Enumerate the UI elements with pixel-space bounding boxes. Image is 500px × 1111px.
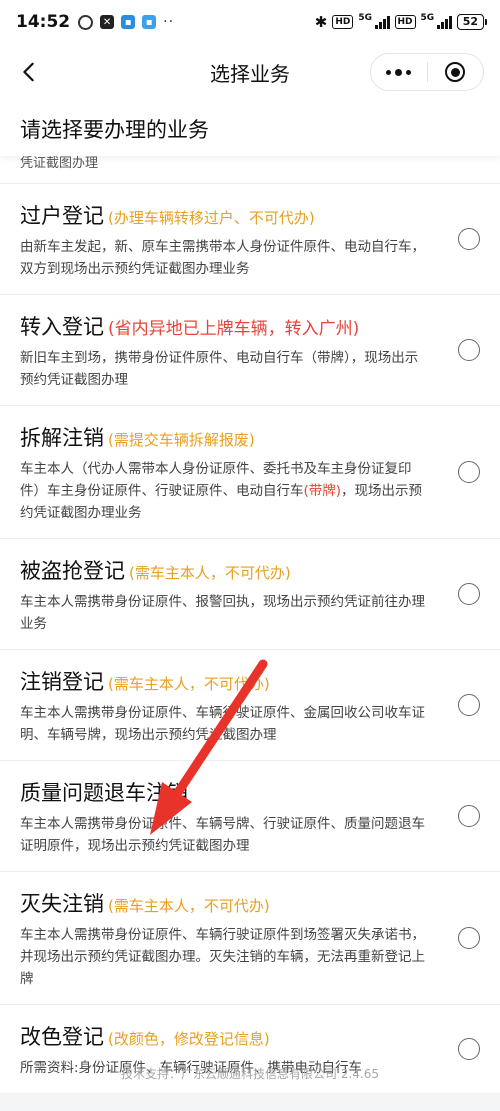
item-note: (省内异地已上牌车辆，转入广州) — [108, 319, 360, 339]
signal-icon — [375, 15, 390, 29]
status-left-icons: ✕ ▪ ▪ ·· — [78, 14, 174, 30]
item-description-highlight: (带牌) — [303, 483, 342, 499]
item-description: 凭证截图办理 — [20, 156, 99, 171]
back-button[interactable] — [14, 56, 44, 88]
status-right-icons: ✱ HD 5G HD 5G 52 — [314, 13, 488, 31]
app-notification-icon: ▪ — [121, 15, 136, 29]
item-title: 灭失注销 — [20, 892, 104, 916]
item-description: 车主本人需携带身份证原件、车辆行驶证原件到场签署灭失承诺书，并现场出示预约凭证截… — [20, 927, 425, 987]
item-description: 车主本人（代办人需带本人身份证原件、委托书及车主身份证复印件）车主身份证原件、行… — [20, 458, 430, 524]
item-note: (需车主本人，不可代办) — [129, 564, 291, 582]
page-title: 选择业务 — [210, 61, 290, 86]
item-title: 注销登记 — [20, 670, 104, 694]
app-notification-icon: ✕ — [100, 15, 115, 29]
service-item-quality-return[interactable]: 质量问题退车注销 车主本人需携带身份证原件、车辆号牌、行驶证原件、质量问题退车证… — [0, 761, 500, 872]
service-item-dismantle-cancel[interactable]: 拆解注销 (需提交车辆拆解报废) 车主本人（代办人需带本人身份证原件、委托书及车… — [0, 406, 500, 539]
service-item-cancel[interactable]: 注销登记 (需车主本人，不可代办) 车主本人需携带身份证原件、车辆行驶证原件、金… — [0, 650, 500, 761]
more-notifications-icon: ·· — [163, 14, 175, 30]
item-title: 质量问题退车注销 — [20, 781, 188, 805]
service-item-transfer-in[interactable]: 转入登记 (省内异地已上牌车辆，转入广州) 新旧车主到场，携带身份证件原件、电动… — [0, 295, 500, 406]
item-note: (需车主本人，不可代办) — [108, 897, 270, 915]
target-icon — [445, 62, 466, 82]
section-heading: 请选择要办理的业务 — [0, 100, 500, 156]
list-item-partial[interactable]: 凭证截图办理 — [0, 156, 500, 184]
back-arrow-icon — [23, 62, 34, 82]
more-dots-icon — [386, 69, 392, 75]
item-title: 转入登记 — [20, 315, 104, 339]
service-item-transfer[interactable]: 过户登记 (办理车辆转移过户、不可代办) 由新车主发起，新、原车主需携带本人身份… — [0, 184, 500, 295]
hd-badge: HD — [332, 15, 354, 29]
hd-badge: HD — [394, 15, 416, 29]
item-title: 过户登记 — [20, 204, 104, 228]
footer-text: 技术支持：广东云顺通科技信息有限公司 2.4.65 — [121, 1066, 379, 1081]
radio-button[interactable] — [458, 694, 480, 716]
radio-button[interactable] — [458, 461, 480, 483]
app-notification-icon: ▪ — [142, 15, 157, 29]
item-description: 车主本人需携带身份证原件、车辆号牌、行驶证原件、质量问题退车证明原件，现场出示预… — [20, 816, 425, 854]
status-time: 14:52 — [16, 12, 71, 32]
network-type: 5G — [358, 13, 373, 23]
close-mini-program-button[interactable] — [428, 54, 484, 90]
more-button[interactable] — [371, 54, 427, 90]
radio-button[interactable] — [458, 927, 480, 949]
item-description: 由新车主发起，新、原车主需携带本人身份证件原件、电动自行车，双方到现场出示预约凭… — [20, 239, 425, 277]
item-note: (需车主本人，不可代办) — [108, 675, 270, 693]
item-note: (需提交车辆拆解报废) — [108, 431, 255, 449]
service-item-lost-cancel[interactable]: 灭失注销 (需车主本人，不可代办) 车主本人需携带身份证原件、车辆行驶证原件到场… — [0, 872, 500, 1005]
item-title: 拆解注销 — [20, 426, 104, 450]
service-item-theft[interactable]: 被盗抢登记 (需车主本人，不可代办) 车主本人需携带身份证原件、报警回执，现场出… — [0, 539, 500, 650]
mini-program-capsule — [370, 53, 484, 91]
item-description: 新旧车主到场，携带身份证件原件、电动自行车（带牌），现场出示预约凭证截图办理 — [20, 350, 419, 388]
nav-bar: 选择业务 — [0, 44, 500, 100]
service-list: 凭证截图办理 过户登记 (办理车辆转移过户、不可代办) 由新车主发起，新、原车主… — [0, 156, 500, 1093]
bluetooth-icon: ✱ — [314, 13, 328, 31]
radio-button[interactable] — [458, 805, 480, 827]
page: 14:52 ✕ ▪ ▪ ·· ✱ HD 5G HD 5G 52 选择业务 请选择… — [0, 0, 500, 1111]
radio-button[interactable] — [458, 583, 480, 605]
item-title: 被盗抢登记 — [20, 559, 125, 583]
alarm-icon — [78, 14, 94, 30]
item-description: 车主本人需携带身份证原件、报警回执，现场出示预约凭证前往办理业务 — [20, 594, 425, 632]
battery-icon: 52 — [456, 14, 488, 30]
more-dots-icon — [406, 69, 412, 75]
footer: 技术支持：广东云顺通科技信息有限公司 2.4.65 — [0, 1035, 500, 1111]
item-note: (办理车辆转移过户、不可代办) — [108, 209, 315, 227]
signal-icon — [437, 15, 452, 29]
item-description: 车主本人需携带身份证原件、车辆行驶证原件、金属回收公司收车证明、车辆号牌，现场出… — [20, 705, 425, 743]
radio-button[interactable] — [458, 228, 480, 250]
network-type: 5G — [420, 13, 435, 23]
more-dots-icon — [395, 68, 403, 76]
radio-button[interactable] — [458, 339, 480, 361]
status-bar: 14:52 ✕ ▪ ▪ ·· ✱ HD 5G HD 5G 52 — [0, 0, 500, 44]
